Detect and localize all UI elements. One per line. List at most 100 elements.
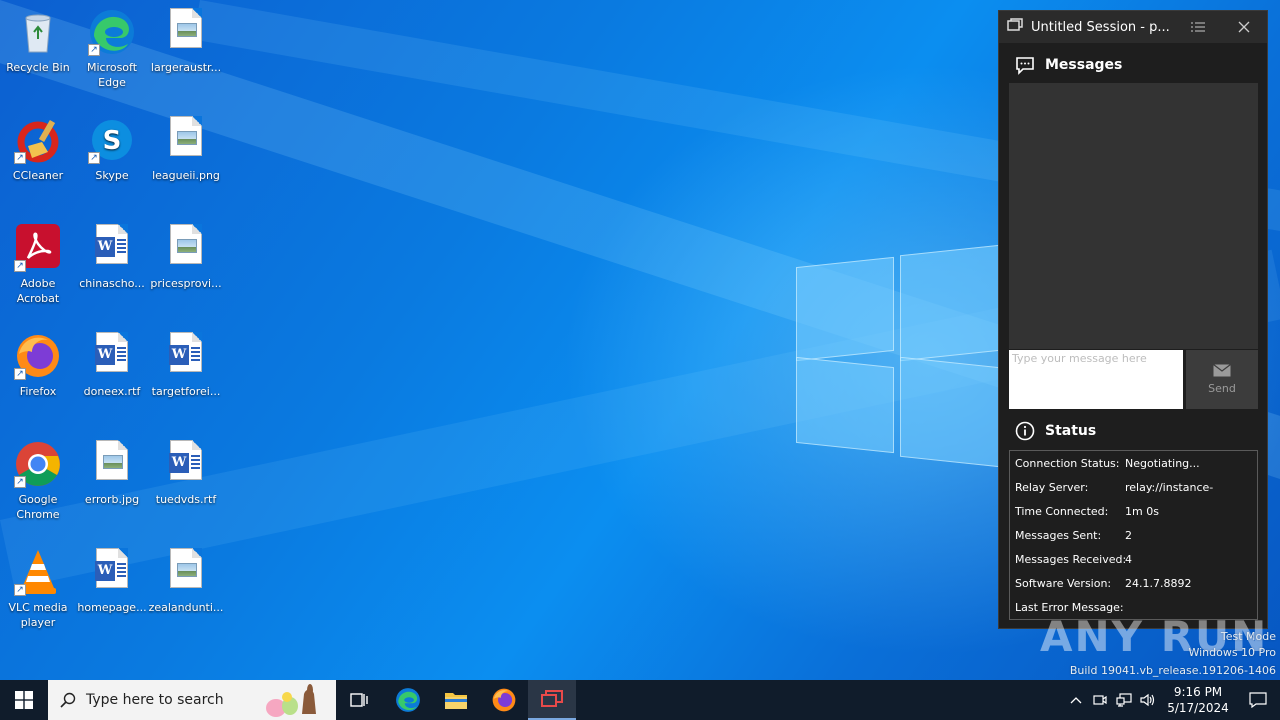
taskbar-file-explorer-button[interactable] xyxy=(432,680,480,720)
desktop-icon-doneex[interactable]: W doneex.rtf xyxy=(74,332,150,399)
desktop-icon-skype[interactable]: S ↗ Skype xyxy=(74,116,150,183)
status-table: Connection Status: Negotiating... Relay S… xyxy=(1009,450,1258,620)
meet-now-icon[interactable] xyxy=(1088,693,1112,707)
clock-date: 5/17/2024 xyxy=(1167,701,1229,715)
chevron-up-icon[interactable] xyxy=(1064,696,1088,704)
status-value: 2 xyxy=(1125,528,1132,542)
shortcut-arrow-icon: ↗ xyxy=(14,368,26,380)
status-value: relay://instance- xyxy=(1125,480,1214,494)
envelope-icon xyxy=(1213,364,1231,377)
desktop-icon-label: errorb.jpg xyxy=(84,493,140,506)
status-row-sent: Messages Sent: 2 xyxy=(1010,523,1257,547)
desktop-icon-ccleaner[interactable]: ↗ CCleaner xyxy=(0,116,76,183)
windows-logo-pane xyxy=(796,256,894,362)
desktop-icon-google-chrome[interactable]: ↗ Google Chrome xyxy=(0,440,76,522)
svg-text:S: S xyxy=(103,126,122,156)
windows-logo-pane xyxy=(900,244,1000,362)
word-doc-icon: W xyxy=(162,440,210,488)
search-icon xyxy=(60,692,76,708)
shortcut-arrow-icon: ↗ xyxy=(88,152,100,164)
action-center-icon[interactable] xyxy=(1236,692,1280,708)
folder-icon xyxy=(445,693,467,709)
desktop-icon-targetforei[interactable]: W targetforei... xyxy=(148,332,224,399)
messages-list[interactable] xyxy=(1009,83,1258,349)
network-icon[interactable] xyxy=(1112,693,1136,707)
desktop-icon-zealandunti[interactable]: zealandunti... xyxy=(148,548,224,615)
info-icon xyxy=(1015,421,1035,441)
desktop-icon-label: Adobe Acrobat xyxy=(16,277,60,305)
word-doc-icon: W xyxy=(88,224,136,272)
status-key: Time Connected: xyxy=(1015,504,1109,518)
desktop-icon-label: Skype xyxy=(95,169,129,182)
status-key: Software Version: xyxy=(1015,576,1112,590)
status-row-relay: Relay Server: relay://instance- xyxy=(1010,475,1257,499)
send-label: Send xyxy=(1208,382,1236,395)
desktop-icon-label: pricesprovi... xyxy=(150,277,222,290)
shortcut-arrow-icon: ↗ xyxy=(14,584,26,596)
desktop-icon-homepage[interactable]: W homepage... xyxy=(74,548,150,615)
desktop-icon-chinascho[interactable]: W chinascho... xyxy=(74,224,150,291)
system-tray: 9:16 PM 5/17/2024 xyxy=(1064,680,1280,720)
shortcut-arrow-icon: ↗ xyxy=(14,152,26,164)
desktop-icon-label: targetforei... xyxy=(151,385,221,398)
desktop-icon-tuedvds[interactable]: W tuedvds.rtf xyxy=(148,440,224,507)
desktop-icon-leagueii[interactable]: leagueii.png xyxy=(148,116,224,183)
chat-bubble-icon xyxy=(1015,55,1035,75)
desktop-icon-label: chinascho... xyxy=(79,277,145,290)
windows-logo-icon xyxy=(15,691,33,709)
status-key: Relay Server: xyxy=(1015,480,1089,494)
taskbar-session-app-button[interactable] xyxy=(528,680,576,720)
desktop-icon-label: CCleaner xyxy=(12,169,64,182)
edge-icon xyxy=(396,688,420,712)
search-highlight-icon xyxy=(254,684,334,720)
taskbar-search-box[interactable]: Type here to search xyxy=(48,680,336,720)
watermark-test-mode: Test Mode xyxy=(1220,630,1276,643)
desktop-icon-errorb[interactable]: errorb.jpg xyxy=(74,440,150,507)
taskbar-firefox-button[interactable] xyxy=(480,680,528,720)
desktop-icon-largeraustr[interactable]: largeraustr... xyxy=(148,8,224,75)
messages-header: Messages xyxy=(999,55,1122,75)
firefox-icon: ↗ xyxy=(14,332,62,380)
shortcut-arrow-icon: ↗ xyxy=(14,476,26,488)
session-titlebar[interactable]: Untitled Session - p... xyxy=(999,11,1267,43)
desktop-icon-microsoft-edge[interactable]: ↗ Microsoft Edge xyxy=(74,8,150,90)
desktop-icon-vlc[interactable]: ↗ VLC media player xyxy=(0,548,76,630)
desktop-icon-label: homepage... xyxy=(77,601,147,614)
word-doc-icon: W xyxy=(162,332,210,380)
shortcut-arrow-icon: ↗ xyxy=(14,260,26,272)
status-key: Connection Status: xyxy=(1015,456,1120,470)
taskbar: Type here to search 9:16 PM 5/17/2024 xyxy=(0,680,1280,720)
taskbar-clock[interactable]: 9:16 PM 5/17/2024 xyxy=(1160,684,1236,716)
desktop-icon-adobe-acrobat[interactable]: ↗ Adobe Acrobat xyxy=(0,224,76,306)
skype-icon: S ↗ xyxy=(88,116,136,164)
watermark-build: Build 19041.vb_release.191206-1406 xyxy=(1069,664,1276,677)
message-input[interactable] xyxy=(1009,350,1183,409)
image-file-icon xyxy=(162,548,210,596)
task-view-icon xyxy=(350,693,368,707)
shortcut-arrow-icon: ↗ xyxy=(88,44,100,56)
desktop-icon-pricesprovi[interactable]: pricesprovi... xyxy=(148,224,224,291)
start-button[interactable] xyxy=(0,680,48,720)
search-placeholder: Type here to search xyxy=(86,692,224,708)
session-app-icon xyxy=(541,690,563,707)
hamburger-menu-icon[interactable] xyxy=(1175,11,1221,43)
edge-icon: ↗ xyxy=(88,8,136,56)
task-view-button[interactable] xyxy=(336,680,384,720)
desktop-icon-firefox[interactable]: ↗ Firefox xyxy=(0,332,76,399)
taskbar-edge-button[interactable] xyxy=(384,680,432,720)
close-icon[interactable] xyxy=(1221,11,1267,43)
status-value: 24.1.7.8892 xyxy=(1125,576,1192,590)
desktop-icon-recycle-bin[interactable]: Recycle Bin xyxy=(0,8,76,75)
desktop-icon-label: VLC media player xyxy=(8,601,68,629)
desktop-icon-label: Firefox xyxy=(19,385,57,398)
window-restore-icon xyxy=(1007,18,1023,36)
image-file-icon xyxy=(88,440,136,488)
chrome-icon: ↗ xyxy=(14,440,62,488)
watermark-edition: Windows 10 Pro xyxy=(1188,646,1276,659)
send-button[interactable]: Send xyxy=(1186,350,1258,409)
status-row-version: Software Version: 24.1.7.8892 xyxy=(1010,571,1257,595)
volume-icon[interactable] xyxy=(1136,693,1160,707)
clock-time: 9:16 PM xyxy=(1173,685,1223,699)
desktop-icon-label: zealandunti... xyxy=(148,601,224,614)
desktop-icon-label: Microsoft Edge xyxy=(86,61,138,89)
